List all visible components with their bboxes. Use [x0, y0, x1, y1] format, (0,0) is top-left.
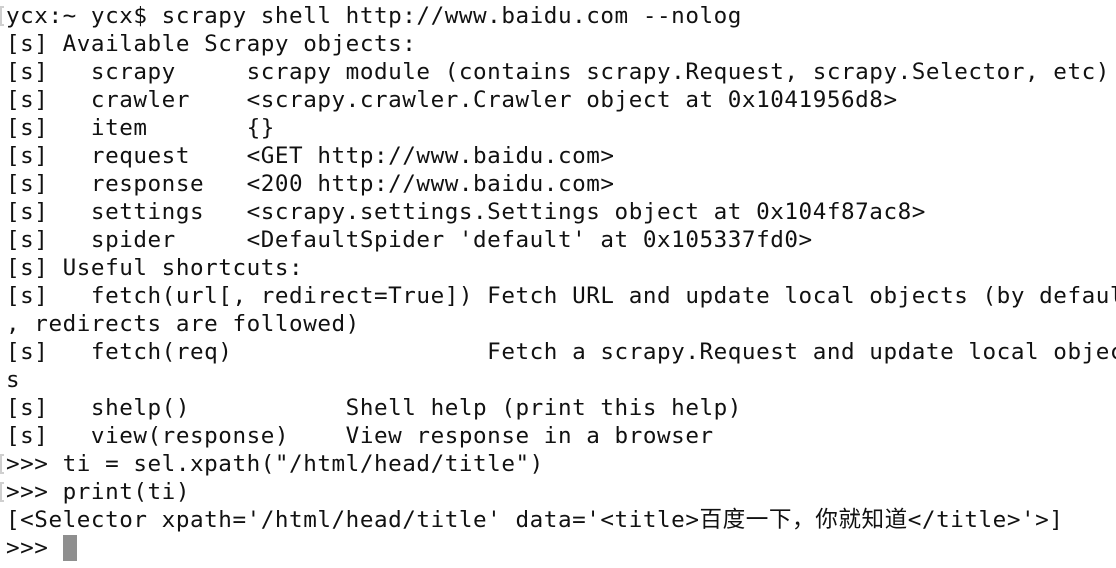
output-line: [s] crawler <scrapy.crawler.Crawler obje… — [6, 87, 898, 113]
output-line: [s] spider <DefaultSpider 'default' at 0… — [6, 227, 813, 253]
line-marker-icon — [0, 6, 4, 26]
command-line: ycx:~ ycx$ scrapy shell http://www.baidu… — [6, 3, 742, 29]
output-line: [s] Useful shortcuts: — [6, 255, 304, 281]
command-line: >>> print(ti) — [6, 479, 190, 505]
output-line: [s] view(response) View response in a br… — [6, 423, 714, 449]
output-line: [s] settings <scrapy.settings.Settings o… — [6, 199, 926, 225]
output-line: [s] request <GET http://www.baidu.com> — [6, 143, 615, 169]
line-marker-icon — [0, 482, 4, 502]
command-line: >>> ti = sel.xpath("/html/head/title") — [6, 451, 544, 477]
output-line: , redirects are followed) — [6, 311, 360, 337]
output-line: [s] Available Scrapy objects: — [6, 31, 417, 57]
output-line: [s] item {} — [6, 115, 275, 141]
output-line: [s] fetch(url[, redirect=True]) Fetch UR… — [6, 283, 1116, 309]
line-marker-icon — [0, 454, 4, 474]
output-line: [<Selector xpath='/html/head/title' data… — [6, 507, 1064, 533]
output-line: s — [6, 367, 21, 393]
output-line: [s] scrapy scrapy module (contains scrap… — [6, 59, 1110, 85]
output-line: [s] response <200 http://www.baidu.com> — [6, 171, 615, 197]
output-line: [s] fetch(req) Fetch a scrapy.Request an… — [6, 339, 1116, 365]
text-cursor — [62, 535, 77, 561]
output-line: [s] shelp() Shell help (print this help) — [6, 395, 742, 421]
prompt: >>> — [6, 535, 63, 561]
prompt-line[interactable]: >>> — [6, 534, 1116, 562]
terminal-window[interactable]: ycx:~ ycx$ scrapy shell http://www.baidu… — [0, 0, 1116, 568]
